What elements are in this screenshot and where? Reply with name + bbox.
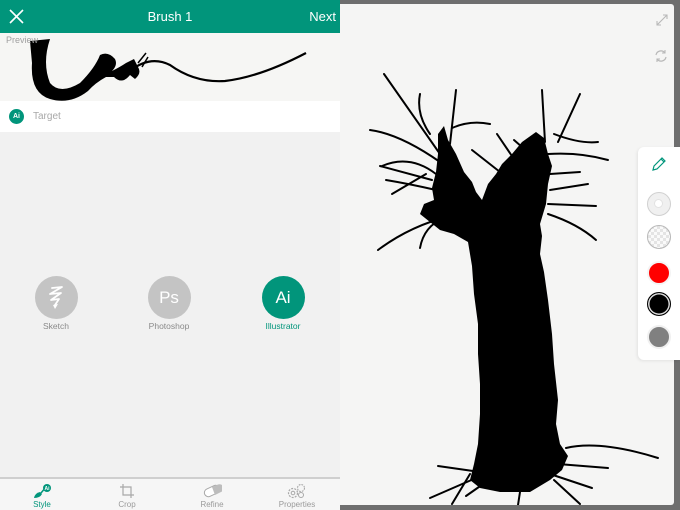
- crop-icon: [120, 484, 134, 498]
- tab-refine[interactable]: Refine: [177, 483, 247, 509]
- style-brush-icon: Ai: [34, 484, 51, 498]
- next-button[interactable]: Next: [309, 9, 336, 24]
- target-label: Target: [33, 111, 61, 122]
- color-palette: [638, 147, 680, 360]
- illustrator-icon: Ai: [261, 276, 305, 319]
- tree-drawing: [369, 73, 659, 505]
- app-sketch[interactable]: Sketch: [21, 276, 91, 331]
- canvas-area: [340, 0, 680, 510]
- expand-icon[interactable]: [654, 12, 670, 28]
- eraser-icon: [203, 484, 222, 498]
- brush-preview: Preview: [0, 33, 340, 101]
- brush-stroke-preview: [30, 39, 307, 101]
- app-illustrator[interactable]: Ai Illustrator: [248, 276, 318, 331]
- tab-label: Crop: [118, 500, 136, 509]
- app-photoshop[interactable]: Ps Photoshop: [134, 276, 204, 331]
- photoshop-icon: Ps: [147, 276, 191, 319]
- swatch-gray[interactable]: [647, 325, 671, 349]
- swatch-opacity[interactable]: [647, 192, 671, 216]
- bottom-tab-bar: Ai Style Crop Refine Properties: [0, 477, 340, 510]
- drawing-canvas[interactable]: [340, 4, 674, 505]
- tab-properties[interactable]: Properties: [262, 483, 332, 509]
- rotate-icon[interactable]: [653, 48, 669, 64]
- swatch-transparent[interactable]: [647, 225, 671, 249]
- app-label: Sketch: [43, 321, 69, 331]
- pencil-icon[interactable]: [651, 156, 667, 172]
- app-selector: Sketch Ps Photoshop Ai Illustrator: [0, 276, 340, 336]
- page-title: Brush 1: [147, 9, 193, 24]
- tab-label: Style: [33, 500, 51, 509]
- tab-style[interactable]: Ai Style: [7, 483, 77, 509]
- svg-text:Ai: Ai: [45, 486, 51, 492]
- swatch-red[interactable]: [647, 261, 671, 285]
- tab-crop[interactable]: Crop: [92, 483, 162, 509]
- sketch-icon: [34, 276, 78, 319]
- top-bar: Brush 1 Next: [0, 0, 340, 33]
- tab-label: Refine: [200, 500, 224, 509]
- preview-label: Preview: [6, 35, 39, 45]
- gears-icon: [287, 483, 306, 499]
- settings-panel: Brush 1 Next Preview Ai Target Sketch Ps…: [0, 0, 340, 510]
- illustrator-badge-icon: Ai: [9, 109, 24, 124]
- swatch-black[interactable]: [647, 292, 671, 316]
- app-label: Illustrator: [265, 321, 301, 331]
- tab-label: Properties: [278, 500, 316, 509]
- app-label: Photoshop: [148, 321, 190, 331]
- target-row[interactable]: Ai Target: [0, 101, 340, 132]
- app-root: Brush 1 Next Preview Ai Target Sketch Ps…: [0, 0, 680, 510]
